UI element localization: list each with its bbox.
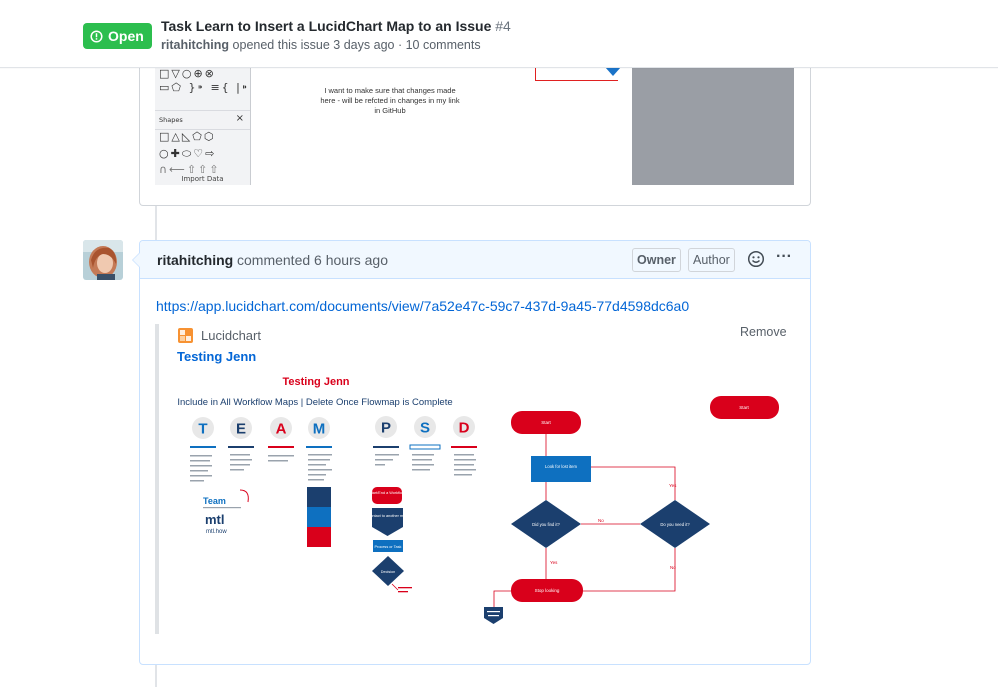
link-unfurl: Lucidchart Remove Testing Jenn Testing J…	[155, 324, 799, 634]
team-letter-t: T	[192, 417, 214, 439]
canvas-gray-area	[632, 67, 794, 185]
flow-decision-need: Do you need it?	[640, 500, 710, 548]
flow-label-yes: Yes	[669, 483, 677, 488]
issue-state-badge: Open	[83, 23, 152, 49]
lucidchart-link[interactable]: https://app.lucidchart.com/documents/vie…	[156, 298, 689, 314]
psd-letter-d: D	[453, 416, 475, 438]
flow-decision-found: Did you find it?	[511, 500, 581, 548]
legend-decision: Decision	[372, 556, 404, 586]
svg-text:Do you need it?: Do you need it?	[660, 522, 690, 527]
comment-author-link[interactable]: ritahitching	[157, 252, 233, 268]
unfurl-title-link[interactable]: Testing Jenn	[177, 349, 256, 364]
more-options-icon[interactable]: ···	[774, 249, 794, 268]
svg-text:P: P	[381, 420, 391, 437]
team-logo: Team	[203, 496, 226, 506]
issue-author-link[interactable]: ritahitching	[161, 38, 229, 52]
team-logo-tagline	[203, 507, 241, 509]
flow-start-node-2: Start	[710, 396, 779, 419]
avatar-image	[83, 240, 123, 280]
svg-text:S: S	[420, 420, 430, 437]
team-letter-m: M	[308, 417, 330, 439]
column-underlines	[190, 444, 477, 450]
shape-row-2: ▭⬠ }⁍ ≡{ |⁍	[159, 81, 250, 94]
lucidchart-logo-icon	[178, 328, 193, 343]
timeline-line	[155, 664, 157, 687]
canvas-note: I want to make sure that changes made he…	[320, 86, 460, 115]
flow-decision-tip	[605, 67, 621, 76]
previous-lucidchart-screenshot: □▽○⊕⊗ ▭⬠ }⁍ ≡{ |⁍ Shapes × □△◺⬠⬡ ○✚⬭♡⇨ ∩⟵…	[155, 67, 794, 185]
legend-start-end: Start/End a Workflow	[369, 487, 405, 504]
column-notes	[190, 454, 476, 482]
close-icon: ×	[235, 113, 244, 124]
team-letter-e: E	[230, 417, 252, 439]
author-badge: Author	[688, 248, 735, 272]
avatar[interactable]	[83, 240, 123, 280]
svg-text:E: E	[236, 421, 246, 438]
unfurl-app-name: Lucidchart	[201, 328, 261, 343]
issue-opened-icon	[90, 29, 103, 43]
svg-text:Decision: Decision	[381, 570, 396, 574]
legend-process: Process or Task	[373, 540, 403, 552]
color-stack	[307, 487, 331, 547]
mtl-logo-subtext: mtl.how	[206, 529, 227, 535]
add-reaction-icon[interactable]	[747, 250, 765, 268]
legend-contact: Contact to another map	[368, 508, 408, 536]
state-label: Open	[108, 28, 144, 44]
flow-label-no: No	[598, 518, 604, 523]
shape-row-1: □▽○⊕⊗	[159, 67, 216, 80]
svg-text:Did you find it?: Did you find it?	[532, 522, 560, 527]
diagram-subheading: Include in All Workflow Maps | Delete On…	[178, 397, 453, 408]
lucidchart-diagram-preview[interactable]: Testing Jenn Include in All Workflow Map…	[178, 372, 798, 634]
svg-text:M: M	[313, 421, 326, 438]
comment: ritahitching commented 6 hours ago Owner…	[132, 240, 811, 665]
shapes-section-header: Shapes ×	[155, 110, 250, 130]
svg-text:A: A	[276, 421, 287, 438]
flow-stop-node: Stop looking	[511, 579, 583, 602]
issue-title-text: Task Learn to Insert a LucidChart Map to…	[161, 18, 492, 34]
svg-text:T: T	[198, 421, 207, 438]
svg-text:Contact to another map: Contact to another map	[368, 514, 408, 518]
comment-header: ritahitching commented 6 hours ago Owner…	[140, 241, 810, 279]
svg-text:Look for lost item: Look for lost item	[545, 464, 577, 469]
issue-number: #4	[495, 18, 511, 34]
owner-badge: Owner	[632, 248, 681, 272]
psd-letter-s: S	[414, 416, 436, 438]
team-logo-arc	[239, 489, 249, 503]
flow-label-no-2: No	[670, 565, 676, 570]
shape-tool-panel: □▽○⊕⊗ ▭⬠ }⁍ ≡{ |⁍ Shapes × □△◺⬠⬡ ○✚⬭♡⇨ ∩⟵…	[155, 67, 251, 185]
remove-unfurl-button[interactable]: Remove	[740, 325, 787, 339]
flow-start-node: Start	[511, 411, 581, 434]
previous-comment: □▽○⊕⊗ ▭⬠ }⁍ ≡{ |⁍ Shapes × □△◺⬠⬡ ○✚⬭♡⇨ ∩⟵…	[139, 50, 811, 206]
svg-text:D: D	[459, 420, 470, 437]
issue-sticky-header: Open Task Learn to Insert a LucidChart M…	[0, 0, 998, 68]
psd-letter-p: P	[375, 416, 397, 438]
comment-timestamp[interactable]: commented 6 hours ago	[237, 252, 388, 268]
svg-text:Start: Start	[541, 420, 551, 425]
flow-label-yes-2: Yes	[550, 560, 558, 565]
svg-text:Start/End a Workflow: Start/End a Workflow	[369, 491, 405, 495]
import-data-label: Import Data	[181, 175, 224, 183]
timeline-line	[155, 206, 157, 240]
diagram-heading: Testing Jenn	[282, 376, 349, 388]
team-letter-a: A	[270, 417, 292, 439]
mtl-logo: mtl	[205, 512, 225, 527]
svg-text:Start: Start	[739, 405, 749, 410]
issue-meta-text: opened this issue 3 days ago · 10 commen…	[232, 38, 481, 52]
svg-text:Stop looking: Stop looking	[535, 588, 560, 593]
flow-process-node: Look for lost item	[531, 456, 591, 482]
shape-row-3: □△◺⬠⬡	[159, 130, 216, 143]
svg-text:Process or Task: Process or Task	[375, 545, 402, 549]
issue-title: Task Learn to Insert a LucidChart Map to…	[161, 18, 511, 34]
issue-meta: ritahitching opened this issue 3 days ag…	[161, 38, 481, 52]
shape-row-4: ○✚⬭♡⇨	[159, 147, 217, 160]
legend-note	[391, 583, 412, 593]
flow-offpage-node	[484, 607, 503, 624]
comment-arrow	[133, 253, 140, 267]
